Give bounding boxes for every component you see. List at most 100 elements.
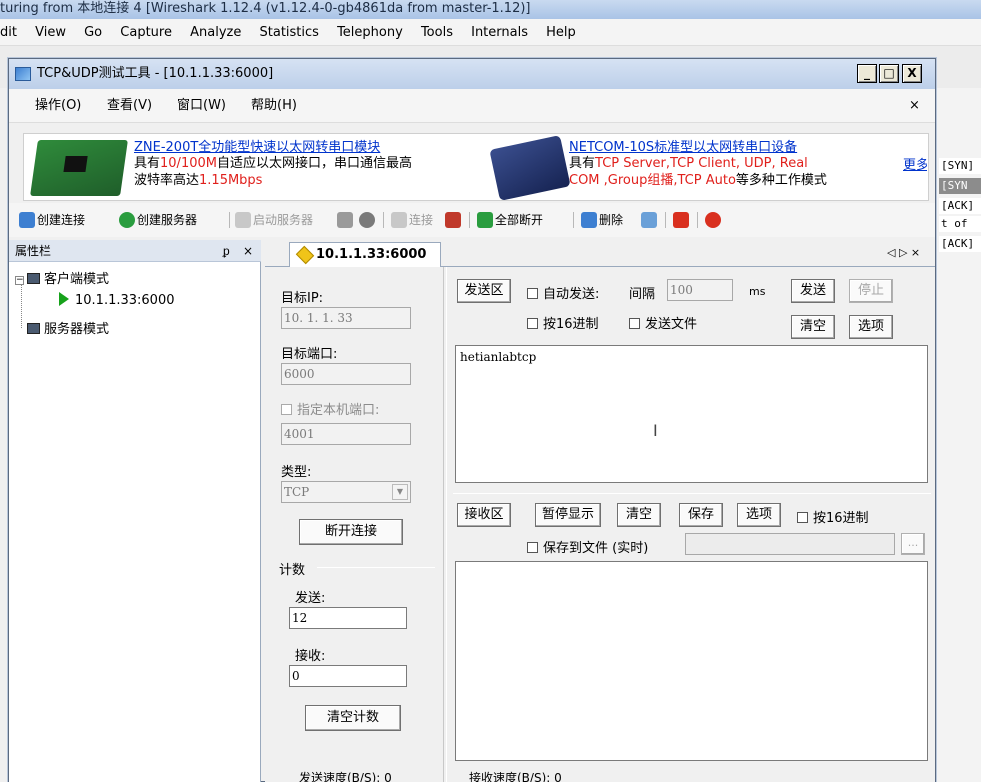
browse-button[interactable]: ... [901,533,925,555]
packet-row[interactable]: t of [939,216,981,232]
send-button[interactable]: 发送 [791,279,835,303]
wireshark-menu-bar: dit View Go Capture Analyze Statistics T… [0,19,981,46]
send-hex-label: 按16进制 [543,317,599,332]
toolbar-separator [573,212,574,228]
minimize-button[interactable]: _ [857,64,877,83]
close-button[interactable]: X [902,64,922,83]
recv-options-button[interactable]: 选项 [737,503,781,527]
ws-menu-analyze[interactable]: Analyze [190,25,241,40]
server-stop-icon [337,212,353,228]
ad-text-highlight: COM ,Group组播,TCP Auto [569,173,736,188]
start-server-button[interactable]: 启动服务器 [235,203,313,237]
delete-all-icon [641,212,657,228]
send-hex-checkbox[interactable]: 按16进制 [527,313,599,332]
disconnect-all-icon [477,212,493,228]
disconnect-icon [445,212,461,228]
vertical-splitter[interactable] [443,267,447,782]
property-panel-title: 属性栏 [15,244,52,258]
send-clear-button[interactable]: 清空 [791,315,835,339]
ws-menu-edit[interactable]: dit [0,25,17,40]
packet-row[interactable]: [ACK] [939,198,981,214]
menu-window[interactable]: 窗口(W) [177,89,226,123]
chevron-down-icon[interactable]: ▼ [392,484,408,500]
recv-area-button[interactable]: 接收区 [457,503,511,527]
create-server-button[interactable]: 创建服务器 [119,203,197,237]
tree-node-client-mode[interactable]: − 客户端模式 [15,268,109,287]
ad-2: NETCOM-10S标准型以太网转串口设备 具有TCP Server,TCP C… [569,136,899,189]
stop-button[interactable]: 停止 [849,279,893,303]
help-icon [705,212,721,228]
disconnect-all-button[interactable]: 全部断开 [477,203,543,237]
count-title: 计数 [279,563,306,578]
send-area-button[interactable]: 发送区 [457,279,511,303]
ws-menu-capture[interactable]: Capture [120,25,172,40]
horizontal-splitter[interactable] [453,493,931,494]
packet-row[interactable]: [SYN] [939,158,981,174]
send-textarea[interactable]: hetianlabtcp [455,345,928,483]
pause-display-button[interactable]: 暂停显示 [535,503,601,527]
create-connection-button[interactable]: 创建连接 [19,203,85,237]
clear-count-button[interactable]: 清空计数 [305,705,401,731]
type-select[interactable]: TCP ▼ [281,481,411,503]
packet-row[interactable]: [SYN [939,178,981,194]
tree-node-server-mode[interactable]: 服务器模式 [27,318,109,337]
auto-send-checkbox[interactable]: 自动发送: [527,283,599,302]
collapse-icon[interactable]: − [15,276,24,285]
recv-clear-button[interactable]: 清空 [617,503,661,527]
delete-all-button[interactable] [641,203,659,237]
send-file-checkbox[interactable]: 发送文件 [629,313,697,332]
connect-button[interactable]: 连接 [391,203,433,237]
delete-button[interactable]: 删除 [581,203,623,237]
ws-menu-go[interactable]: Go [84,25,102,40]
help-button[interactable] [705,203,723,237]
save-button[interactable]: 保存 [679,503,723,527]
target-port-field[interactable]: 6000 [281,363,411,385]
disconnect-connection-button[interactable]: 断开连接 [299,519,403,545]
maximize-button[interactable]: □ [879,64,899,83]
window-title-bar[interactable]: TCP&UDP测试工具 - [10.1.1.33:6000] _ □ X [9,59,935,89]
tree-node-connection[interactable]: 10.1.1.33:6000 [59,292,175,308]
stop-server-button[interactable] [337,203,355,237]
interval-field[interactable]: 100 [667,279,733,301]
recv-speed: 接收速度(B/S): 0 [469,771,562,782]
recv-hex-checkbox[interactable]: 按16进制 [797,507,869,526]
ws-menu-view[interactable]: View [35,25,66,40]
ad-text: 具有 [569,156,596,171]
ws-menu-statistics[interactable]: Statistics [260,25,319,40]
ad-more-link[interactable]: 更多 [903,154,927,173]
send-options-button[interactable]: 选项 [849,315,893,339]
target-ip-field[interactable]: 10. 1. 1. 33 [281,307,411,329]
save-file-checkbox[interactable]: 保存到文件 (实时) [527,537,648,556]
monitor-icon [27,323,40,334]
ws-menu-internals[interactable]: Internals [471,25,528,40]
panel-close-icon[interactable]: × [243,240,253,262]
pin-icon[interactable]: ᵱ [223,240,230,262]
tab-nav-controls[interactable]: ◁ ▷ × [887,246,920,259]
packet-row[interactable]: [ACK] [939,236,981,252]
create-server-label: 创建服务器 [137,213,198,227]
menu-view[interactable]: 查看(V) [107,89,152,123]
ad-1-link[interactable]: ZNE-200T全功能型快速以太网转串口模块 [134,140,380,155]
local-port-checkbox[interactable]: 指定本机端口: [281,399,379,418]
recv-count-label: 接收: [295,649,326,664]
ws-menu-tools[interactable]: Tools [421,25,453,40]
save-file-path-field[interactable] [685,533,895,555]
ad-2-link[interactable]: NETCOM-10S标准型以太网转串口设备 [569,140,797,155]
text-cursor-icon: I [653,421,658,440]
disconnect-button[interactable] [445,203,463,237]
power-button[interactable] [673,203,691,237]
ws-menu-help[interactable]: Help [546,25,576,40]
ws-menu-telephony[interactable]: Telephony [337,25,403,40]
send-count-field[interactable]: 12 [289,607,407,629]
recv-count-field[interactable]: 0 [289,665,407,687]
local-port-field[interactable]: 4001 [281,423,411,445]
tab-connection[interactable]: 10.1.1.33:6000 [289,242,441,268]
ad-1: ZNE-200T全功能型快速以太网转串口模块 具有10/100M自适应以太网接口… [134,136,474,189]
menu-help[interactable]: 帮助(H) [251,89,297,123]
send-count-label: 发送: [295,591,326,606]
wireshark-title-bar: turing from 本地连接 4 [Wireshark 1.12.4 (v1… [0,0,981,19]
close-circle-button[interactable] [359,203,377,237]
menu-operate[interactable]: 操作(O) [35,89,81,123]
recv-textarea[interactable] [455,561,928,761]
menu-close-icon[interactable]: × [909,89,920,123]
